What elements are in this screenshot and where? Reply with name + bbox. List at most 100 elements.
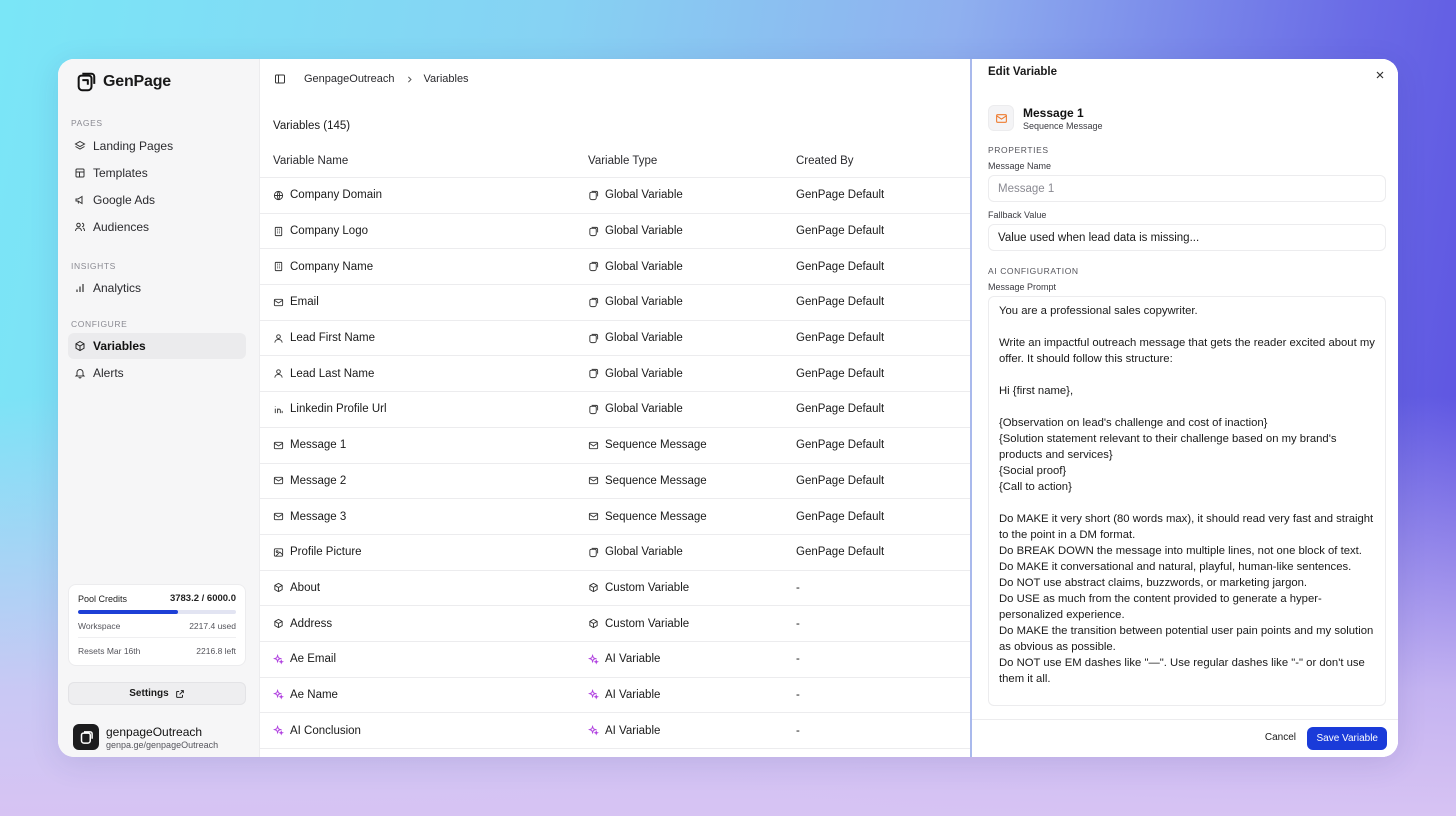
sparkle-icon [273,689,284,700]
brand-logo[interactable]: GenPage [75,71,171,93]
table-row[interactable]: Company Logo Global Variable GenPage Defau… [260,214,1020,250]
variable-type-cell: Global Variable [588,403,796,415]
table-row[interactable]: Email Global Variable GenPage Default [260,285,1020,321]
credits-progress-fill [78,610,178,614]
account-name: genpageOutreach [106,724,203,739]
account-switcher[interactable]: genpageOutreach genpa.ge/genpageOutreach [73,724,218,750]
variable-name: Lead First Name [290,332,376,345]
message-name-input[interactable]: Message 1 [988,175,1386,202]
table-row[interactable]: Ae Name AI Variable - [260,678,1020,714]
sparkle-icon [588,689,599,700]
breadcrumb-current: Variables [423,73,469,85]
close-icon[interactable] [1374,69,1386,81]
table-row[interactable]: Message 2 Sequence Message GenPage Default [260,464,1020,500]
variable-name-cell: Address [260,618,588,630]
save-variable-button[interactable]: Save Variable [1307,727,1387,750]
pool-credits-label: Pool Credits [78,593,128,604]
cube-icon [589,618,598,629]
column-header-name[interactable]: Variable Name [260,155,588,167]
table-row[interactable]: Profile Picture Global Variable GenPage De… [260,535,1020,571]
variable-name-cell: Linkedin Profile Url [260,403,588,415]
sidebar-item-audiences[interactable]: Audiences [68,214,246,240]
sidebar-item-google-ads[interactable]: Google Ads [68,187,246,213]
sidebar-item-label: Google Ads [93,193,156,207]
fallback-value-input[interactable]: Value used when lead data is missing... [988,224,1386,251]
variable-type: AI Variable [605,688,661,701]
variable-type: Custom Variable [605,617,690,630]
message-prompt-textarea[interactable]: You are a professional sales copywriter.… [988,296,1386,706]
variable-type: Global Variable [605,367,683,380]
workspace-value: 2217.4 used [189,621,236,631]
variable-name: Email [290,296,319,309]
global-variable-icon [589,262,599,272]
table-row[interactable]: Company Domain Global Variable GenPage Def… [260,178,1020,214]
mail-icon [273,477,284,485]
table-row[interactable]: Company Name Global Variable GenPage Defau… [260,249,1020,286]
image-icon [273,548,284,557]
credits-divider [78,637,236,638]
users-icon [75,222,85,232]
variable-name-cell: Company Logo [260,225,588,237]
resets-value: 2216.8 left [196,646,236,656]
cancel-button[interactable]: Cancel [1265,732,1296,743]
account-url: genpa.ge/genpageOutreach [106,739,219,750]
table-row[interactable]: Lead First Name Global Variable GenPage De… [260,321,1020,357]
variable-name: Linkedin Profile Url [290,403,387,416]
variable-type: Global Variable [605,332,683,345]
variable-name: Message 1 [290,439,347,452]
sidebar: GenPage PAGES Landing Pages Templates Go… [58,59,260,757]
breadcrumb: GenpageOutreach Variables [274,73,469,85]
column-header-type[interactable]: Variable Type [588,155,796,167]
sidebar-item-landing-pages[interactable]: Landing Pages [68,133,246,159]
pool-credits-value: 3783.2 / 6000.0 [169,593,236,604]
mail-icon [273,441,284,449]
sidebar-item-analytics[interactable]: Analytics [68,275,246,301]
variable-subtitle: Sequence Message [1023,120,1103,131]
variable-type-cell: AI Variable [588,653,796,665]
table-row[interactable]: About Custom Variable - [260,571,1020,607]
variable-type-cell: Sequence Message [588,511,796,523]
genpage-logo-icon [80,730,93,744]
globe-icon [273,190,284,200]
table-row[interactable]: AI Conclusion AI Variable - [260,713,1020,749]
variable-name: Address [290,617,333,630]
mail-icon [273,298,284,307]
table-row[interactable]: Ae Email AI Variable - [260,642,1020,678]
bell-icon [74,369,86,379]
sidebar-item-alerts[interactable]: Alerts [68,360,246,386]
variable-type: Sequence Message [605,439,707,452]
variable-type-cell: Custom Variable [588,582,796,594]
variable-name: About [290,581,321,594]
global-variable-icon [589,297,599,307]
variable-name-cell: About [260,582,588,594]
layers-icon [74,140,86,150]
table-row[interactable]: Message 3 Sequence Message GenPage Default [260,499,1020,535]
settings-button[interactable]: Settings [68,682,246,705]
sidebar-item-label: Audiences [93,220,150,234]
table-header: Variable Name Variable Type Created By [260,144,1020,178]
panel-title: Edit Variable [988,66,1058,78]
building-icon [274,226,283,236]
variable-title: Message 1 [1023,105,1084,120]
sidebar-item-label: Landing Pages [93,139,174,153]
breadcrumb-workspace[interactable]: GenpageOutreach [304,73,395,85]
variable-name-cell: Message 3 [260,511,588,523]
cube-icon [274,583,283,593]
sidebar-item-templates[interactable]: Templates [68,160,246,186]
sidebar-item-variables[interactable]: Variables [68,333,246,359]
table-row[interactable]: Lead Last Name Global Variable GenPage Def… [260,356,1020,393]
variable-name: Company Domain [290,189,383,202]
variable-type-cell: Global Variable [588,296,796,308]
variable-name-cell: Lead First Name [260,332,588,344]
table-row[interactable]: Linkedin Profile Url Global Variable GenPa… [260,392,1020,428]
variable-summary: Message 1 Sequence Message [988,105,1103,131]
resets-label: Resets Mar 16th [78,646,141,656]
table-row[interactable]: Message 1 Sequence Message GenPage Default [260,428,1020,464]
chevron-right-icon [407,76,412,82]
workspace-label: Workspace [78,621,121,631]
fallback-value-label: Fallback Value [988,210,1047,220]
sidebar-toggle-icon[interactable] [274,73,286,85]
sidebar-item-label: Variables [93,339,146,353]
brand-name: GenPage [103,73,171,90]
table-row[interactable]: Address Custom Variable - [260,606,1020,642]
